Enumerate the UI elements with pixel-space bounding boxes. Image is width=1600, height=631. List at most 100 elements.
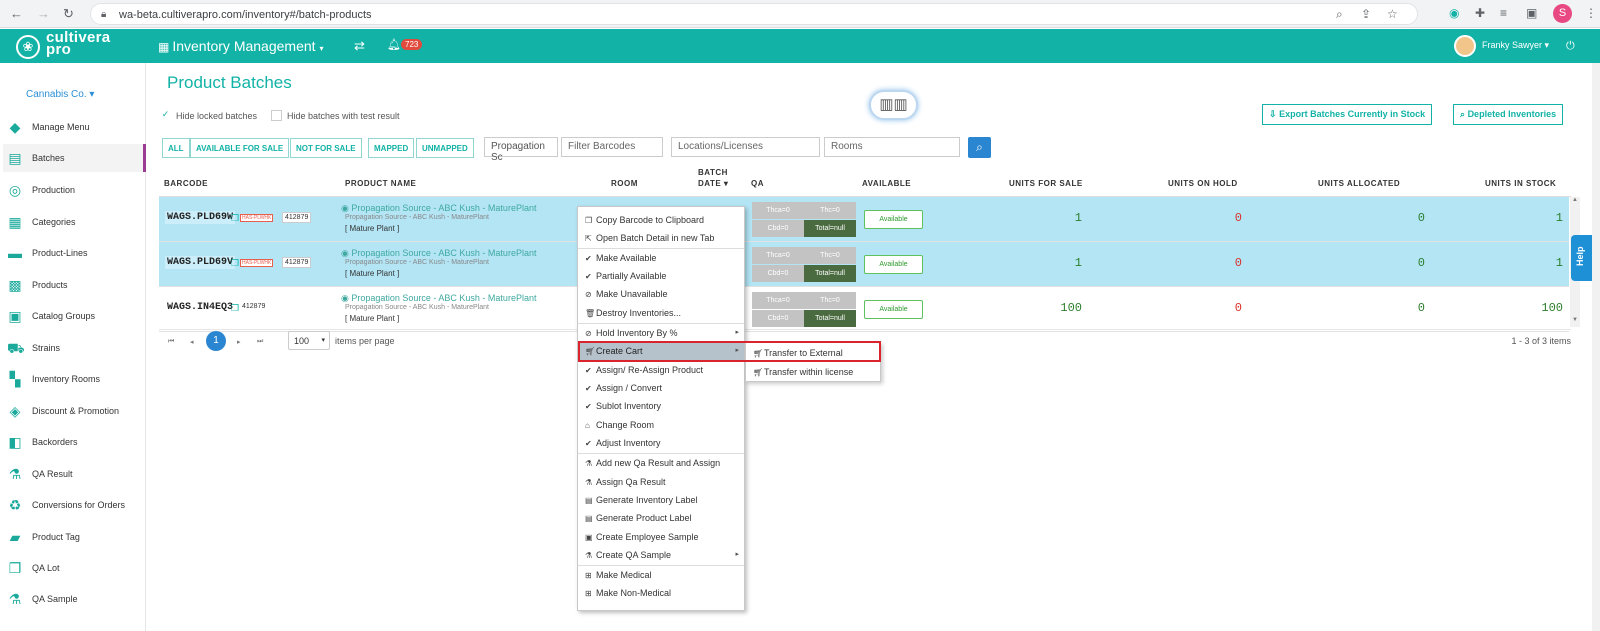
menu-item-change-room[interactable]: ⌂ Change Room bbox=[578, 416, 744, 434]
reload-icon[interactable]: ↻ bbox=[63, 6, 74, 22]
per-page-select[interactable]: 100 ▾ bbox=[288, 331, 330, 350]
sidebar-item-batches[interactable]: ▤ Batches bbox=[3, 144, 146, 172]
sidebar-item-production[interactable]: ◎ Production bbox=[3, 176, 146, 204]
depleted-inventories-button[interactable]: ⌕ Depleted Inventories bbox=[1453, 104, 1564, 125]
sidebar-item-products[interactable]: ▩ Products bbox=[3, 271, 146, 299]
zoom-icon[interactable]: ⌕ bbox=[1336, 7, 1343, 22]
col-units-allocated[interactable]: UNITS ALLOCATED bbox=[1318, 179, 1400, 188]
col-units-on-hold[interactable]: UNITS ON HOLD bbox=[1168, 179, 1238, 188]
hide-test-checkbox[interactable]: Hide batches with test result bbox=[271, 110, 400, 121]
page-scrollbar[interactable] bbox=[1592, 63, 1600, 631]
product-name-link[interactable]: ◉ Propagation Source - ABC Kush - Mature… bbox=[341, 203, 536, 214]
menu-item-make-non-medical[interactable]: ⊞ Make Non-Medical bbox=[578, 584, 744, 602]
sidebar-item-discount-promotion[interactable]: ◈ Discount & Promotion bbox=[3, 397, 146, 425]
module-menu[interactable]: ▦ Inventory Management ▾ bbox=[158, 38, 323, 54]
puzzle-icon[interactable]: ✚ bbox=[1475, 6, 1485, 20]
filter-not-for-sale-button[interactable]: NOT FOR SALE bbox=[290, 138, 362, 158]
search-button[interactable]: ⌕ bbox=[968, 137, 991, 158]
menu-item-adjust-inventory[interactable]: ✔ Adjust Inventory bbox=[578, 434, 744, 452]
hide-locked-checkbox[interactable]: ✓ Hide locked batches bbox=[160, 110, 257, 121]
menu-item-add-qa-result[interactable]: ⚗ Add new Qa Result and Assign bbox=[578, 454, 744, 472]
first-page-icon[interactable]: ⏮ bbox=[168, 338, 174, 346]
company-selector[interactable]: Cannabis Co. ▾ bbox=[26, 89, 94, 100]
propagation-filter-input[interactable]: Propagation Sc bbox=[484, 137, 558, 163]
sidebar-item-categories[interactable]: ▦ Categories bbox=[3, 208, 146, 236]
col-room[interactable]: ROOM bbox=[611, 179, 638, 188]
menu-item-inventory-label[interactable]: ▤ Generate Inventory Label bbox=[578, 491, 744, 509]
menu-item-copy-barcode[interactable]: ❐ Copy Barcode to Clipboard bbox=[578, 211, 744, 229]
col-units-in-stock[interactable]: UNITS IN STOCK bbox=[1485, 179, 1556, 188]
menu-item-employee-sample[interactable]: ▣ Create Employee Sample bbox=[578, 528, 744, 546]
filter-unmapped-button[interactable]: UNMAPPED bbox=[416, 138, 474, 158]
current-page[interactable]: 1 bbox=[206, 331, 226, 351]
menu-item-destroy-inventories[interactable]: 🗑︎Destroy Inventories... bbox=[578, 304, 744, 322]
menu-item-make-medical[interactable]: ⊞ Make Medical bbox=[578, 566, 744, 584]
col-batch-date-line2[interactable]: DATE ▾ bbox=[698, 179, 728, 188]
copy-icon[interactable]: ❐ bbox=[231, 258, 239, 269]
col-barcode[interactable]: BARCODE bbox=[164, 179, 208, 188]
rooms-filter-input[interactable]: Rooms bbox=[824, 137, 960, 157]
sidebar-item-conversions-for-orders[interactable]: ♻ Conversions for Orders bbox=[3, 491, 146, 519]
reading-list-icon[interactable]: ≡ bbox=[1500, 6, 1507, 20]
help-tab[interactable]: Help bbox=[1571, 235, 1592, 281]
copy-icon[interactable]: ❐ bbox=[231, 303, 239, 314]
sidebar-item-inventory-rooms[interactable]: ▚ Inventory Rooms bbox=[3, 365, 146, 393]
forward-icon[interactable]: → bbox=[37, 6, 50, 21]
col-product-name[interactable]: PRODUCT NAME bbox=[345, 179, 416, 188]
table-row[interactable]: WAGS.PLD69W ❐ HAS-PLWHK 412879 ◉ Propaga… bbox=[159, 197, 1569, 242]
next-page-icon[interactable]: ▸ bbox=[237, 338, 241, 346]
back-icon[interactable]: ← bbox=[10, 6, 23, 21]
scroll-down-icon[interactable]: ▼ bbox=[1572, 317, 1578, 323]
side-panel-icon[interactable]: ▣ bbox=[1526, 6, 1537, 20]
table-row[interactable]: WAGS.IN4EQ3 ❐ 412879 ◉ Propagation Sourc… bbox=[159, 287, 1569, 332]
available-badge[interactable]: Available bbox=[864, 255, 923, 274]
menu-item-transfer-within-license[interactable]: 🛒︎Transfer within license bbox=[746, 363, 880, 381]
filter-all-button[interactable]: ALL bbox=[162, 138, 190, 158]
menu-item-qa-sample[interactable]: ⚗ Create QA Sample ▸ bbox=[578, 546, 744, 564]
barcode-value[interactable]: WAGS.PLD69V bbox=[165, 256, 236, 269]
menu-item-sublot-inventory[interactable]: ✔ Sublot Inventory bbox=[578, 397, 744, 415]
bell-icon[interactable]: 🔔︎ bbox=[387, 38, 401, 51]
filter-mapped-button[interactable]: MAPPED bbox=[368, 138, 415, 158]
menu-item-hold-inventory[interactable]: ⊘ Hold Inventory By % ▸ bbox=[578, 324, 744, 342]
product-name-link[interactable]: ◉ Propagation Source - ABC Kush - Mature… bbox=[341, 293, 536, 304]
profile-avatar[interactable]: S bbox=[1553, 4, 1572, 23]
locations-filter-input[interactable]: Locations/Licenses bbox=[671, 137, 820, 157]
col-available[interactable]: AVAILABLE bbox=[862, 179, 911, 188]
sidebar-item-qa-result[interactable]: ⚗ QA Result bbox=[3, 460, 146, 488]
lock-icon[interactable]: 🔒︎ bbox=[101, 9, 106, 20]
kebab-menu-icon[interactable]: ⋮ bbox=[1585, 6, 1597, 20]
product-name-link[interactable]: ◉ Propagation Source - ABC Kush - Mature… bbox=[341, 248, 536, 259]
menu-item-make-unavailable[interactable]: ⊘ Make Unavailable bbox=[578, 285, 744, 303]
menu-item-product-label[interactable]: ▤ Generate Product Label bbox=[578, 509, 744, 527]
prev-page-icon[interactable]: ◂ bbox=[190, 338, 194, 346]
user-avatar[interactable] bbox=[1454, 35, 1476, 57]
col-qa[interactable]: QA bbox=[751, 179, 764, 188]
barcode-scan-button[interactable]: ▥▥ bbox=[869, 90, 918, 120]
sidebar-item-qa-sample[interactable]: ⚗ QA Sample bbox=[3, 585, 146, 613]
barcode-value[interactable]: WAGS.PLD69W bbox=[165, 211, 236, 224]
power-icon[interactable]: ⏻ bbox=[1566, 40, 1575, 53]
swap-icon[interactable]: ⇄ bbox=[354, 38, 365, 54]
user-menu[interactable]: Franky Sawyer ▾ bbox=[1482, 40, 1549, 51]
col-units-for-sale[interactable]: UNITS FOR SALE bbox=[1009, 179, 1083, 188]
menu-item-open-batch-detail[interactable]: ⇱ Open Batch Detail in new Tab bbox=[578, 229, 744, 247]
sidebar-item-backorders[interactable]: ◧ Backorders bbox=[3, 428, 146, 456]
sidebar-item-product-tag[interactable]: ▰ Product Tag bbox=[3, 523, 146, 551]
sidebar-item-product-lines[interactable]: ▬ Product-Lines bbox=[3, 239, 146, 267]
available-badge[interactable]: Available bbox=[864, 210, 923, 229]
menu-item-assign-qa-result[interactable]: ⚗ Assign Qa Result bbox=[578, 473, 744, 491]
table-row[interactable]: WAGS.PLD69V ❐ HAS-PLWHK 412879 ◉ Propaga… bbox=[159, 242, 1569, 287]
export-batches-button[interactable]: ⇩ Export Batches Currently in Stock bbox=[1262, 104, 1433, 125]
address-bar[interactable]: 🔒︎ wa-beta.cultiverapro.com/inventory#/b… bbox=[90, 3, 1418, 25]
sidebar-item-catalog-groups[interactable]: ▣ Catalog Groups bbox=[3, 302, 146, 330]
share-icon[interactable]: ⇪ bbox=[1361, 7, 1371, 21]
menu-item-assign-product[interactable]: ✔ Assign/ Re-Assign Product bbox=[578, 361, 744, 379]
menu-item-partially-available[interactable]: ✔ Partially Available bbox=[578, 267, 744, 285]
scroll-up-icon[interactable]: ▲ bbox=[1572, 197, 1578, 203]
available-badge[interactable]: Available bbox=[864, 300, 923, 319]
extension-icon[interactable]: ◉ bbox=[1449, 6, 1459, 20]
sidebar-item-manage-menu[interactable]: ◆ Manage Menu bbox=[3, 113, 146, 141]
sidebar-item-strains[interactable]: ⛟ Strains bbox=[3, 334, 146, 362]
menu-item-make-available[interactable]: ✔ Make Available bbox=[578, 249, 744, 267]
